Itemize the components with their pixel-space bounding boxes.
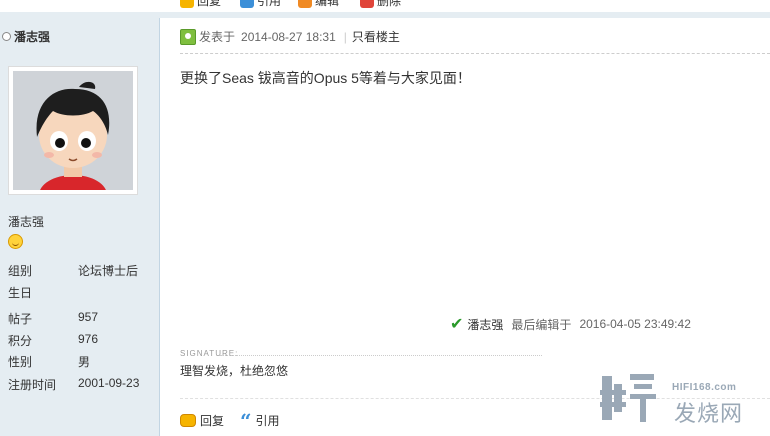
online-status-icon — [180, 28, 196, 45]
post-meta: 发表于 2014-08-27 18:31 | 只看楼主 — [180, 28, 400, 45]
stat-registered: 注册时间 2001-09-23 — [8, 376, 140, 392]
hifi-logo-icon — [600, 374, 656, 422]
edit-user: 潘志强 — [467, 317, 504, 332]
offline-status-icon — [2, 32, 11, 41]
stat-group: 组别 论坛博士后 — [8, 264, 139, 278]
author-sidebar: 潘志强 潘志强 组别 论坛博士后 生日 帖子 957 积分 976 性别 男 注… — [0, 18, 160, 436]
author-name-link[interactable]: 潘志强 — [14, 28, 50, 45]
quote-icon: “ — [240, 408, 252, 433]
reply-icon — [180, 0, 194, 8]
avatar-image — [13, 71, 133, 190]
only-author-link[interactable]: 只看楼主 — [352, 28, 400, 45]
top-reply-button[interactable]: 回复 — [180, 0, 221, 9]
delete-icon — [360, 0, 374, 8]
meta-separator: | — [343, 29, 347, 44]
top-quote-button[interactable]: 引用 — [240, 0, 281, 9]
reply-button[interactable]: 回复 — [180, 412, 224, 429]
meta-divider — [180, 53, 770, 54]
stat-birthday: 生日 — [8, 286, 33, 300]
edit-notice: ✔ 潘志强 最后编辑于 2016-04-05 23:49:42 — [450, 314, 691, 334]
watermark-name: 发烧网 — [674, 401, 744, 426]
posted-time: 2014-08-27 18:31 — [241, 29, 336, 44]
quote-icon — [240, 0, 254, 8]
signature-text: 理智发烧，杜绝忽悠 — [180, 364, 289, 378]
smiley-icon — [8, 234, 23, 249]
edit-label: 最后编辑于 — [511, 317, 572, 332]
post-content: 更换了Seas 钹高音的Opus 5等着与大家见面！ — [180, 70, 471, 86]
top-edit-button[interactable]: 编辑 — [298, 0, 339, 9]
top-action-bar: 回复 引用 编辑 删除 — [160, 0, 770, 12]
author-name-secondary[interactable]: 潘志强 — [8, 213, 44, 230]
posted-label: 发表于 — [199, 30, 236, 44]
avatar[interactable] — [8, 66, 138, 195]
top-delete-button[interactable]: 删除 — [360, 0, 401, 9]
author-header: 潘志强 — [0, 28, 50, 45]
stat-gender: 性别 男 — [8, 355, 91, 369]
stat-credits: 积分 976 — [8, 332, 99, 348]
watermark-url: HIFI168.com — [672, 382, 737, 393]
signature-label: SIGNATURE: — [180, 349, 239, 358]
stat-posts: 帖子 957 — [8, 310, 99, 326]
quote-button[interactable]: “ 引用 — [240, 408, 280, 433]
signature-rule — [220, 355, 542, 356]
site-watermark: HIFI168.com 发烧网 — [600, 370, 770, 430]
checkmark-icon: ✔ — [450, 316, 464, 333]
post-actions: 回复 “ 引用 — [180, 408, 280, 433]
cartoon-boy-avatar-icon — [13, 71, 133, 190]
pencil-icon — [298, 0, 312, 8]
reply-icon — [180, 414, 196, 427]
edit-time: 2016-04-05 23:49:42 — [579, 317, 691, 331]
